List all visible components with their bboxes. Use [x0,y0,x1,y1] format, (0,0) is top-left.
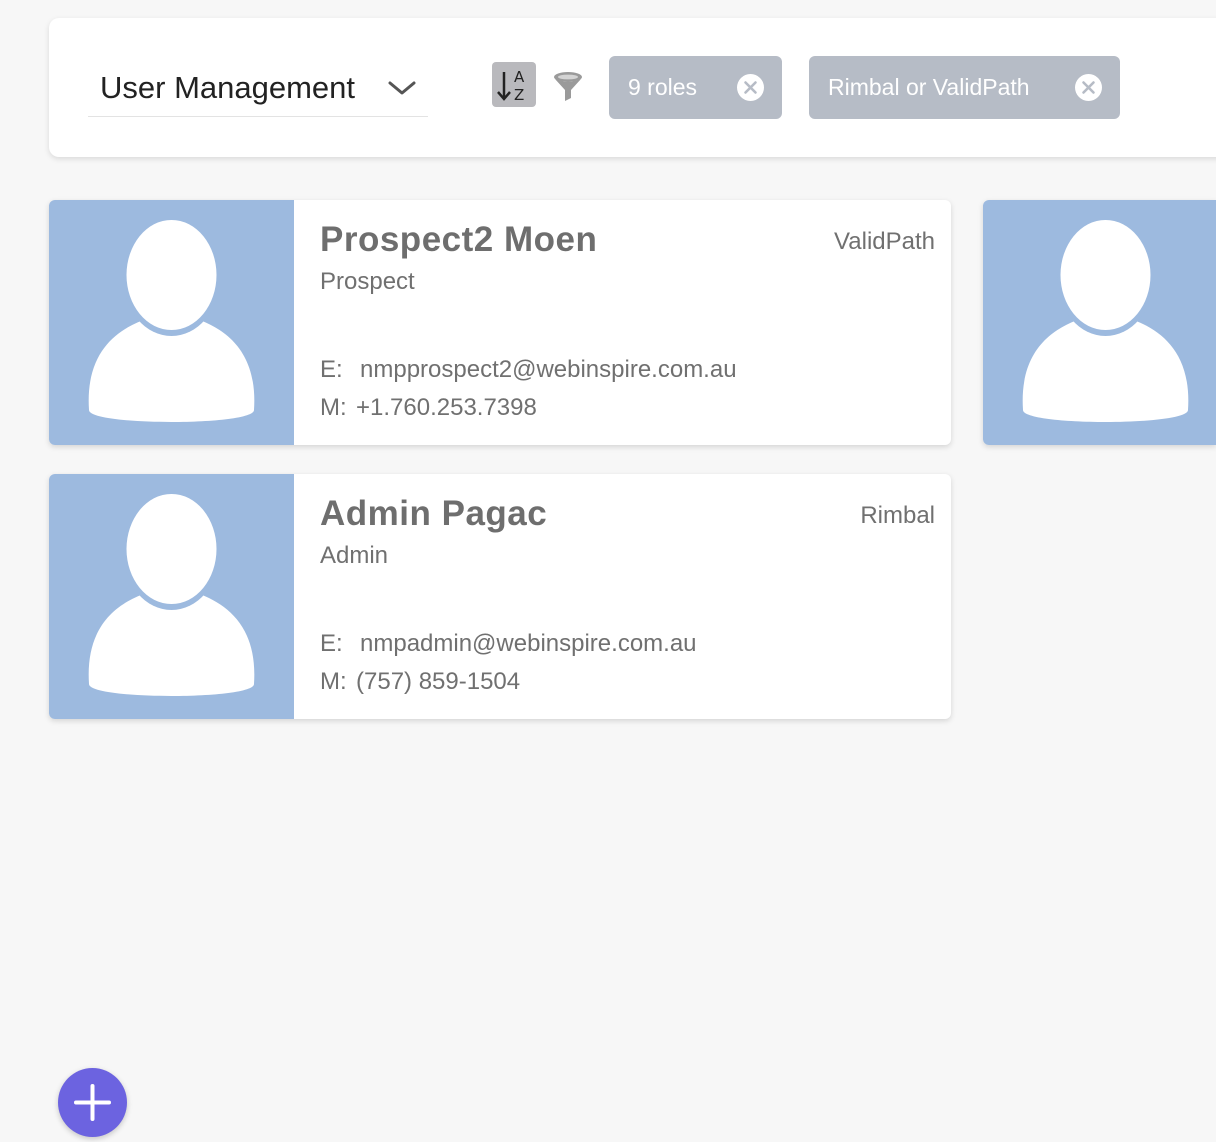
avatar [49,474,294,719]
user-role: Admin [320,542,389,569]
phone-value: +1.760.253.7398 [356,394,537,421]
sort-letter-a: A [514,68,525,86]
user-role: Prospect [320,268,415,295]
user-card[interactable]: Admin Pagac Admin Rimbal E: nmpadmin@webi… [49,474,951,719]
close-circle-icon[interactable] [737,74,764,101]
sort-alpha-down-icon: A Z [497,68,525,104]
view-select-value: User Management [100,70,356,105]
add-user-button[interactable] [58,1068,127,1137]
filter-chip-label: Rimbal or ValidPath [828,74,1030,100]
user-email: E: nmpadmin@webinspire.com.au [320,630,697,658]
user-email: E: nmpprospect2@webinspire.com.au [320,356,737,384]
sort-button[interactable]: A Z [492,62,536,107]
view-select[interactable]: User Management [88,64,428,117]
user-phone: M: +1.760.253.7398 [320,394,537,422]
user-phone: M: (757) 859-1504 [320,668,520,696]
email-label: E: [320,630,343,657]
user-name: Prospect2 Moen [320,220,598,259]
user-silhouette-icon [88,220,255,422]
phone-value: (757) 859-1504 [356,668,521,695]
filter-chip-label: 9 roles [628,74,698,100]
user-silhouette-icon [88,494,255,696]
funnel-icon [554,72,582,101]
user-card-partial[interactable] [983,200,1216,445]
user-card[interactable]: Prospect2 Moen Prospect ValidPath E: nmpp… [49,200,951,445]
chevron-down-icon [387,78,417,98]
avatar [983,200,1216,445]
plus-icon [74,1084,111,1121]
user-organization: Rimbal [860,502,935,529]
filter-chip-roles[interactable]: 9 roles [609,56,782,119]
user-name: Admin Pagac [320,494,548,533]
toolbar: User Management A Z 9 roles Rimbal or Va… [49,18,1216,157]
phone-label: M: [320,668,347,695]
close-circle-icon[interactable] [1075,74,1102,101]
user-silhouette-icon [1022,220,1189,422]
phone-label: M: [320,394,347,421]
avatar [49,200,294,445]
email-label: E: [320,356,343,383]
email-value: nmpprospect2@webinspire.com.au [360,356,737,383]
email-value: nmpadmin@webinspire.com.au [360,630,697,657]
filter-button[interactable] [552,70,584,104]
user-organization: ValidPath [834,228,935,255]
sort-letter-z: Z [514,86,524,104]
filter-chip-organization[interactable]: Rimbal or ValidPath [809,56,1120,119]
